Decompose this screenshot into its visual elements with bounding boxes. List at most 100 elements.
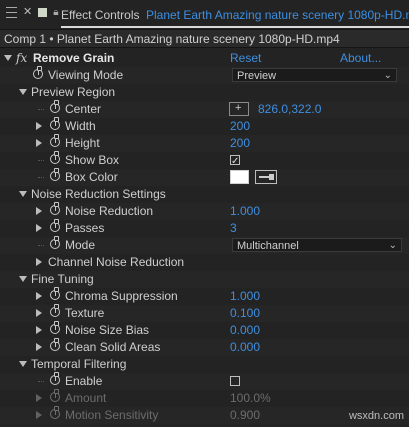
expand-triangle-icon[interactable] [36, 309, 42, 317]
noise-reduction-settings-group[interactable]: Noise Reduction Settings [0, 186, 409, 203]
panel-title[interactable]: Effect Controls [61, 8, 139, 22]
clean-solid-areas-label: Clean Solid Areas [65, 340, 161, 354]
motion-sensitivity-row: Motion Sensitivity 0.900 [0, 406, 409, 424]
center-label: Center [65, 102, 102, 116]
indent-guide [38, 160, 44, 161]
crosshair-icon[interactable] [229, 100, 249, 117]
active-tab-indicator [61, 26, 409, 28]
noise-size-bias-label: Noise Size Bias [65, 323, 150, 337]
clean-solid-areas-value[interactable]: 0.000 [230, 339, 260, 356]
width-label: Width [65, 119, 96, 133]
noise-reduction-value[interactable]: 1.000 [230, 203, 260, 220]
effect-name: Remove Grain [33, 51, 115, 65]
stopwatch-icon[interactable] [50, 202, 60, 215]
amount-value: 100.0% [230, 391, 271, 405]
temporal-filtering-label: Temporal Filtering [31, 357, 127, 371]
fx-icon[interactable]: fx [16, 50, 27, 67]
collapse-triangle-icon[interactable] [4, 55, 12, 61]
stopwatch-icon[interactable] [50, 287, 60, 300]
viewing-mode-label: Viewing Mode [48, 68, 124, 82]
panel-menu-icon[interactable] [6, 7, 17, 18]
panel-tab-bar: ✕ 🔒︎ Effect Controls Planet Earth Amazin… [0, 0, 409, 28]
collapse-triangle-icon[interactable] [19, 89, 27, 95]
passes-row: Passes 3 [0, 219, 409, 237]
texture-row: Texture 0.100 [0, 304, 409, 322]
center-value[interactable]: 826.0,322.0 [258, 101, 321, 118]
texture-value[interactable]: 0.100 [230, 305, 260, 322]
stopwatch-icon[interactable] [50, 304, 60, 317]
lock-icon[interactable]: 🔒︎ [53, 7, 58, 18]
stopwatch-icon[interactable] [50, 338, 60, 351]
about-button[interactable]: About... [340, 50, 381, 67]
height-row: Height 200 [0, 134, 409, 152]
stopwatch-icon[interactable] [50, 321, 60, 334]
chroma-suppression-row: Chroma Suppression 1.000 [0, 287, 409, 305]
mode-value: Multichannel [237, 240, 299, 252]
amount-label: Amount [65, 391, 107, 405]
stopwatch-icon[interactable] [50, 372, 60, 385]
expand-triangle-icon[interactable] [36, 224, 42, 232]
expand-triangle-icon[interactable] [36, 326, 42, 334]
temporal-filtering-group[interactable]: Temporal Filtering [0, 356, 409, 373]
preview-region-label: Preview Region [31, 85, 116, 99]
viewing-mode-dropdown[interactable]: Preview ⌄ [232, 68, 397, 82]
box-color-row: Box Color [0, 168, 409, 186]
channel-noise-reduction-label: Channel Noise Reduction [48, 255, 185, 269]
expand-triangle-icon[interactable] [36, 207, 42, 215]
preview-region-group[interactable]: Preview Region [0, 84, 409, 101]
height-label: Height [65, 136, 100, 150]
collapse-triangle-icon[interactable] [19, 191, 27, 197]
stopwatch-icon[interactable] [50, 168, 60, 181]
noise-size-bias-row: Noise Size Bias 0.000 [0, 321, 409, 339]
expand-triangle-icon[interactable] [36, 343, 42, 351]
panel-color-icon [38, 8, 48, 17]
width-value[interactable]: 200 [230, 118, 250, 135]
noise-size-bias-value[interactable]: 0.000 [230, 322, 260, 339]
eyedropper-icon[interactable] [255, 170, 277, 184]
expand-triangle-icon[interactable] [36, 122, 42, 130]
collapse-triangle-icon[interactable] [19, 361, 27, 367]
passes-value[interactable]: 3 [230, 220, 237, 237]
noise-reduction-row: Noise Reduction 1.000 [0, 202, 409, 220]
indent-guide [38, 109, 44, 110]
stopwatch-icon[interactable] [50, 117, 60, 130]
expand-triangle-icon[interactable] [36, 292, 42, 300]
width-row: Width 200 [0, 117, 409, 135]
stopwatch-icon[interactable] [33, 66, 43, 79]
stopwatch-icon [50, 389, 60, 402]
chevron-down-icon: ⌄ [383, 70, 392, 81]
chroma-suppression-label: Chroma Suppression [65, 289, 178, 303]
show-box-label: Show Box [65, 153, 120, 167]
fine-tuning-label: Fine Tuning [31, 272, 94, 286]
effect-header-row[interactable]: fx Remove Grain Reset About... [0, 50, 409, 67]
show-box-checkbox[interactable] [230, 153, 240, 170]
expand-triangle-icon [36, 411, 42, 419]
height-value[interactable]: 200 [230, 135, 250, 152]
fine-tuning-group[interactable]: Fine Tuning [0, 271, 409, 288]
enable-checkbox[interactable] [230, 376, 240, 386]
expand-triangle-icon[interactable] [36, 139, 42, 147]
expand-triangle-icon [36, 394, 42, 402]
noise-reduction-label: Noise Reduction [65, 204, 154, 218]
indent-guide [38, 177, 44, 178]
watermark: wsxdn.com [348, 410, 404, 422]
stopwatch-icon [50, 406, 60, 419]
collapse-triangle-icon[interactable] [19, 276, 27, 282]
channel-noise-reduction-group[interactable]: Channel Noise Reduction [0, 254, 409, 271]
stopwatch-icon[interactable] [50, 134, 60, 147]
stopwatch-icon[interactable] [50, 151, 60, 164]
stopwatch-icon[interactable] [50, 219, 60, 232]
close-icon[interactable]: ✕ [23, 7, 32, 18]
stopwatch-icon[interactable] [50, 100, 60, 113]
expand-triangle-icon[interactable] [36, 258, 42, 266]
mode-dropdown[interactable]: Multichannel ⌄ [232, 238, 402, 252]
enable-row: Enable [0, 372, 409, 390]
chroma-suppression-value[interactable]: 1.000 [230, 288, 260, 305]
center-row: Center 826.0,322.0 [0, 100, 409, 118]
box-color-swatch[interactable] [230, 170, 249, 184]
chevron-down-icon: ⌄ [388, 240, 397, 251]
texture-label: Texture [65, 306, 105, 320]
panel-subtitle[interactable]: Planet Earth Amazing nature scenery 1080… [146, 8, 409, 22]
stopwatch-icon[interactable] [50, 236, 60, 249]
reset-button[interactable]: Reset [230, 50, 261, 67]
